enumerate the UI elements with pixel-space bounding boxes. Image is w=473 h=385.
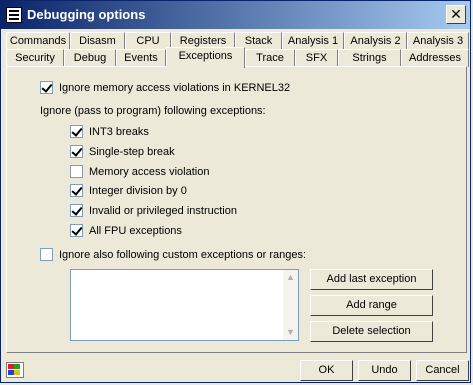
tab-commands[interactable]: Commands [6, 32, 70, 50]
window-title: Debugging options [27, 7, 146, 22]
list-icon[interactable] [6, 7, 22, 23]
checkbox-box[interactable] [70, 184, 83, 197]
tab-exceptions[interactable]: Exceptions [166, 47, 245, 68]
ignore-kernel32-checkbox[interactable]: Ignore memory access violations in KERNE… [40, 81, 290, 94]
ignore-custom-checkbox[interactable]: Ignore also following custom exceptions … [40, 248, 306, 261]
single-step-checkbox[interactable]: Single-step break [70, 145, 175, 158]
tab-strings[interactable]: Strings [338, 49, 401, 67]
ignore-heading: Ignore (pass to program) following excep… [40, 105, 266, 117]
tab-cpu[interactable]: CPU [125, 32, 171, 50]
checkbox-label: Single-step break [89, 145, 175, 158]
scroll-up-icon[interactable]: ▲ [283, 270, 298, 285]
add-range-button[interactable]: Add range [310, 295, 433, 316]
tab-security[interactable]: Security [6, 49, 64, 67]
checkbox-box[interactable] [70, 145, 83, 158]
tab-disasm[interactable]: Disasm [70, 32, 125, 50]
close-icon[interactable]: ✕ [446, 5, 466, 24]
tab-analysis-1[interactable]: Analysis 1 [282, 32, 344, 50]
fpu-exceptions-checkbox[interactable]: All FPU exceptions [70, 224, 182, 237]
ok-button[interactable]: OK [300, 360, 353, 381]
add-last-exception-button[interactable]: Add last exception [310, 269, 433, 290]
tab-trace[interactable]: Trace [245, 49, 295, 67]
checkbox-label: Invalid or privileged instruction [89, 204, 237, 217]
tab-analysis-3[interactable]: Analysis 3 [407, 32, 469, 50]
scroll-down-icon[interactable]: ▼ [283, 325, 298, 340]
custom-exceptions-list[interactable]: ▲ ▼ [70, 269, 299, 341]
tab-addresses[interactable]: Addresses [401, 49, 469, 67]
checkbox-box[interactable] [70, 125, 83, 138]
tab-debug[interactable]: Debug [64, 49, 116, 67]
undo-button[interactable]: Undo [358, 360, 411, 381]
tab-sfx[interactable]: SFX [295, 49, 338, 67]
checkbox-label: Integer division by 0 [89, 184, 187, 197]
checkbox-label: All FPU exceptions [89, 224, 182, 237]
checkbox-label: Memory access violation [89, 165, 210, 178]
checkbox-box[interactable] [40, 81, 53, 94]
invalid-instruction-checkbox[interactable]: Invalid or privileged instruction [70, 204, 237, 217]
tab-analysis-2[interactable]: Analysis 2 [344, 32, 407, 50]
debugging-options-window: Debugging options ✕ Commands Disasm CPU … [0, 0, 471, 383]
delete-selection-button[interactable]: Delete selection [310, 321, 433, 342]
title-bar[interactable]: Debugging options ✕ [1, 1, 470, 29]
tab-events[interactable]: Events [116, 49, 166, 67]
checkbox-label: Ignore memory access violations in KERNE… [59, 81, 291, 94]
checkbox-label: Ignore also following custom exceptions … [59, 248, 307, 261]
integer-division-checkbox[interactable]: Integer division by 0 [70, 184, 187, 197]
vertical-scrollbar[interactable]: ▲ ▼ [283, 270, 298, 340]
checkbox-label: INT3 breaks [89, 125, 149, 138]
cancel-button[interactable]: Cancel [416, 360, 469, 381]
checkbox-box[interactable] [70, 204, 83, 217]
memory-access-violation-checkbox[interactable]: Memory access violation [70, 165, 209, 178]
int3-breaks-checkbox[interactable]: INT3 breaks [70, 125, 149, 138]
color-palette-icon[interactable] [6, 362, 24, 378]
checkbox-box[interactable] [40, 248, 53, 261]
checkbox-box[interactable] [70, 165, 83, 178]
checkbox-box[interactable] [70, 224, 83, 237]
